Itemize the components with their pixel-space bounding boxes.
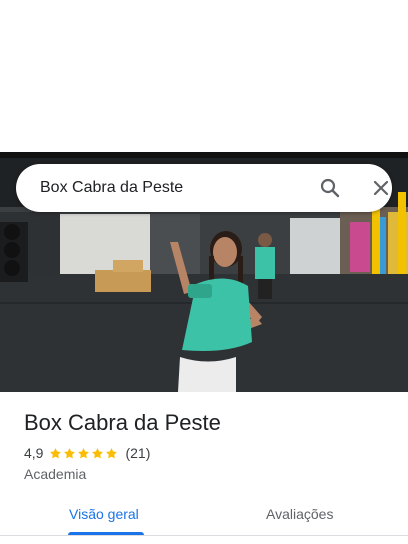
star-icon [92,447,104,458]
search-bar[interactable]: Box Cabra da Peste [16,164,392,212]
close-icon[interactable] [369,176,393,200]
star-icon [64,447,76,458]
place-title: Box Cabra da Peste [24,410,221,435]
rating-value: 4,9 [24,445,44,461]
star-icon [50,447,62,458]
place-category[interactable]: Academia [24,465,86,483]
star-icon [78,447,90,458]
star-icon [106,447,118,458]
tab-reviews[interactable]: Avaliações [266,504,333,524]
search-input[interactable]: Box Cabra da Peste [40,164,183,212]
star-rating [49,447,119,460]
review-count[interactable]: (21) [125,445,150,461]
tab-overview[interactable]: Visão geral [69,504,139,524]
tab-divider [0,535,408,536]
search-icon[interactable] [318,176,342,200]
rating-row[interactable]: 4,9 (21) [24,444,150,462]
map-blank-area [0,0,408,152]
